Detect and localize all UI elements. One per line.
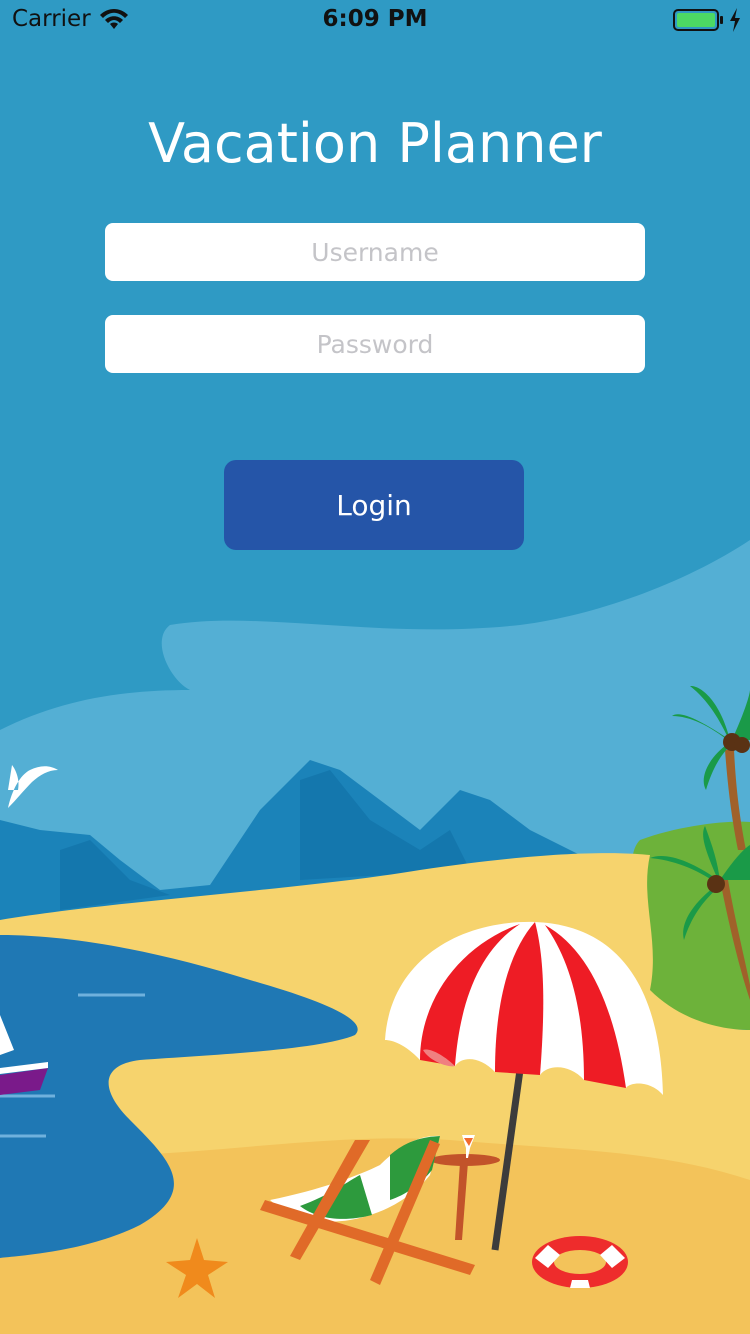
app-title: Vacation Planner	[148, 112, 602, 175]
password-field[interactable]	[105, 315, 645, 373]
status-bar: Carrier 6:09 PM	[0, 0, 750, 40]
battery-icon	[673, 9, 723, 31]
username-field[interactable]	[105, 223, 645, 281]
beach-background-illustration	[0, 0, 750, 1334]
lifebuoy-icon	[532, 1236, 628, 1288]
clock: 6:09 PM	[322, 6, 428, 32]
charging-icon	[730, 8, 740, 32]
login-button[interactable]: Login	[224, 460, 524, 550]
